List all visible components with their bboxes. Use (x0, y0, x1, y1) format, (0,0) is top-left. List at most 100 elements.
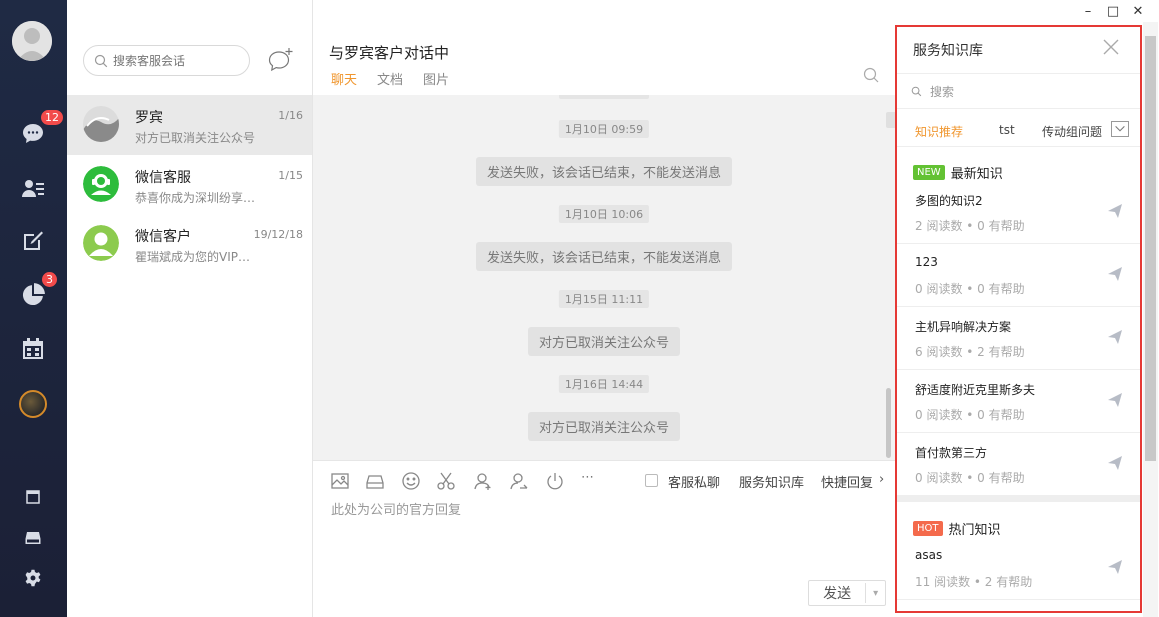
kb-section-title: 热门知识 (948, 523, 1001, 538)
conversation-item[interactable]: 罗宾 1/16 对方已取消关注公众号 (67, 95, 312, 155)
contact-avatar (83, 106, 119, 142)
scissors-icon[interactable] (436, 471, 456, 491)
send-button[interactable]: 发送 ▾ (808, 580, 886, 606)
kb-article-title: 舒适度附近克里斯多夫 (915, 383, 1036, 397)
minimize-button[interactable]: – (1080, 4, 1096, 19)
power-icon[interactable] (545, 471, 565, 491)
emoji-icon[interactable] (401, 471, 421, 491)
page-scrollbar[interactable] (1143, 22, 1158, 617)
close-window-button[interactable]: ✕ (1130, 4, 1146, 19)
user-avatar[interactable] (12, 21, 52, 61)
pie-chart-icon[interactable] (21, 283, 45, 307)
chat-panel: 与罗宾客户对话中 聊天 文档 图片 1月10日 09:59 发送失败，该会话已结… (313, 0, 895, 617)
send-icon[interactable] (1107, 203, 1123, 219)
knowledge-base-button[interactable]: 服务知识库 (739, 472, 804, 491)
kb-article-meta: 0 阅读数 • 0 有帮助 (915, 408, 1025, 422)
kb-article[interactable]: 多图的知识2 2 阅读数 • 0 有帮助 (897, 181, 1140, 244)
kb-article-meta: 0 阅读数 • 0 有帮助 (915, 471, 1025, 485)
system-message: 对方已取消关注公众号 (527, 327, 681, 356)
message-scrollbar[interactable] (886, 388, 891, 458)
send-icon[interactable] (1107, 329, 1123, 345)
search-icon (911, 86, 922, 96)
send-icon[interactable] (1107, 455, 1123, 471)
quick-reply-button[interactable]: 快捷回复 (821, 472, 873, 491)
reply-input[interactable]: 此处为公司的官方回复 (331, 499, 461, 518)
send-icon[interactable] (1107, 392, 1123, 408)
main-nav: 12 3 (0, 0, 67, 617)
kb-article[interactable]: 首付款第三方 0 阅读数 • 0 有帮助 (897, 433, 1140, 496)
contact-name: 罗宾 (135, 110, 163, 126)
tab-documents[interactable]: 文档 (377, 69, 403, 88)
calendar-icon[interactable] (21, 337, 45, 361)
kb-tab-transmission[interactable]: 传动组问题 (1042, 123, 1102, 140)
conversation-item[interactable]: 微信客服 1/15 恭喜你成为深圳纷享… (67, 155, 312, 215)
timestamp: 1月10日 09:59 (558, 120, 650, 138)
kb-article[interactable]: 舒适度附近克里斯多夫 0 阅读数 • 0 有帮助 (897, 370, 1140, 433)
edit-icon[interactable] (21, 229, 45, 253)
file-icon[interactable] (365, 471, 385, 491)
app-orb-icon[interactable] (19, 390, 47, 418)
kb-search[interactable]: 搜索 (897, 73, 1140, 109)
kb-search-placeholder: 搜索 (930, 84, 955, 99)
kb-article-meta: 0 阅读数 • 0 有帮助 (915, 282, 1025, 296)
drive-icon[interactable] (21, 526, 45, 550)
contact-avatar (83, 225, 119, 261)
chat-title: 与罗宾客户对话中 (329, 44, 450, 62)
image-icon[interactable] (330, 471, 350, 491)
conversation-date: 1/15 (278, 169, 303, 182)
kb-section-title: 最新知识 (950, 167, 1003, 182)
kb-article-title: 多图的知识2 (915, 194, 983, 208)
composer-toolbar: ⋯ 客服私聊 服务知识库 快捷回复 › (313, 460, 895, 500)
knowledge-base-panel: 服务知识库 搜索 知识推荐 tst 传动组问题 NEW 最新知识 多图的知识2 … (895, 25, 1142, 613)
kb-tabs-dropdown[interactable] (1111, 121, 1129, 137)
add-contact-icon[interactable] (473, 471, 493, 491)
send-icon[interactable] (1107, 559, 1123, 575)
section-divider (897, 495, 1140, 502)
send-icon[interactable] (1107, 266, 1123, 282)
contacts-icon[interactable] (21, 177, 45, 201)
scrollbar-thumb[interactable] (1145, 36, 1156, 461)
system-message: 发送失败，该会话已结束，不能发送消息 (475, 242, 733, 271)
app-window: 12 3 搜索客服会话 罗宾 1/16 对方已取消关注公众号 微信客服 1/15… (0, 0, 1159, 617)
private-chat-checkbox[interactable] (645, 474, 658, 487)
timestamp: 1月10日 10:06 (558, 205, 650, 223)
kb-tab-recommended[interactable]: 知识推荐 (915, 123, 963, 140)
gear-icon[interactable] (21, 566, 45, 590)
transfer-contact-icon[interactable] (509, 471, 529, 491)
tab-images[interactable]: 图片 (423, 69, 449, 88)
kb-article[interactable]: 123 0 阅读数 • 0 有帮助 (897, 244, 1140, 307)
kb-tab-tst[interactable]: tst (999, 123, 1015, 137)
collapse-panel-handle[interactable] (886, 112, 895, 128)
system-message: 对方已取消关注公众号 (527, 412, 681, 441)
chevron-right-icon[interactable]: › (879, 472, 884, 487)
close-icon[interactable] (1103, 39, 1119, 55)
kb-article-meta: 6 阅读数 • 2 有帮助 (915, 345, 1025, 359)
kb-article[interactable]: 主机异响解决方案 6 阅读数 • 2 有帮助 (897, 307, 1140, 370)
kb-article-title: asas (915, 548, 943, 562)
conversation-item[interactable]: 微信客户 19/12/18 瞿瑞斌成为您的VIP… (67, 214, 312, 274)
new-tag: NEW (913, 165, 945, 180)
window-icon[interactable] (21, 485, 45, 509)
kb-hot-section-header: HOT 热门知识 (913, 519, 1001, 538)
kb-article-title: 主机异响解决方案 (915, 320, 1012, 334)
chat-bubble-icon[interactable] (21, 121, 45, 145)
private-chat-label[interactable]: 客服私聊 (668, 472, 720, 491)
maximize-button[interactable]: □ (1105, 4, 1121, 19)
conversation-search[interactable] (83, 45, 250, 76)
conversation-preview: 恭喜你成为深圳纷享… (135, 191, 256, 205)
conversation-date: 1/16 (278, 109, 303, 122)
search-icon[interactable] (863, 67, 879, 83)
contact-avatar (83, 166, 119, 202)
conversation-preview: 对方已取消关注公众号 (135, 131, 256, 145)
timestamp: 1月15日 11:11 (558, 290, 650, 308)
unread-badge: 12 (41, 110, 63, 125)
new-conversation-icon[interactable] (267, 47, 295, 73)
chevron-down-icon[interactable]: ▾ (866, 588, 885, 599)
conversation-search-input[interactable] (113, 53, 243, 68)
search-icon (94, 54, 108, 67)
system-message: 发送失败，该会话已结束，不能发送消息 (475, 157, 733, 186)
chat-tabs: 聊天 文档 图片 (331, 69, 449, 88)
more-tools-button[interactable]: ⋯ (581, 470, 594, 485)
tab-chat[interactable]: 聊天 (331, 69, 357, 88)
kb-article[interactable]: asas 11 阅读数 • 2 有帮助 (897, 537, 1140, 600)
